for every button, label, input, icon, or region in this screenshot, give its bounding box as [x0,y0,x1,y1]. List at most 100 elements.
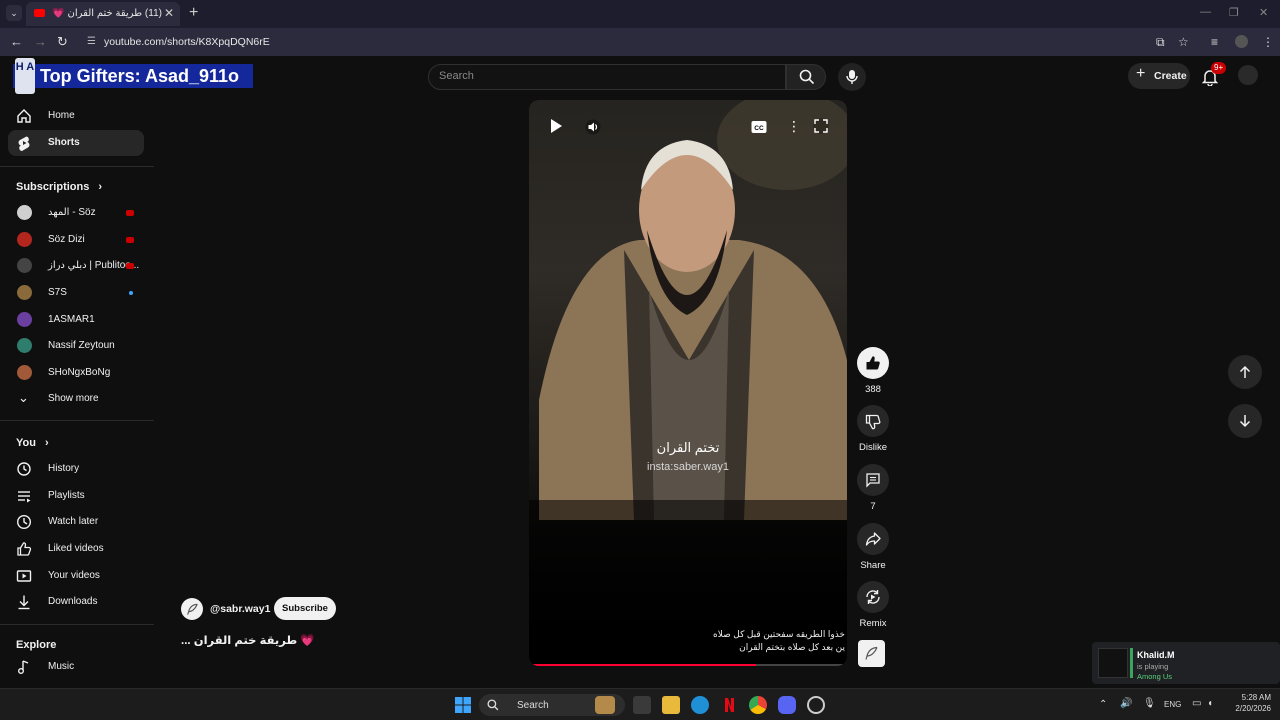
search-box[interactable] [428,64,786,90]
share-button-circle[interactable] [857,523,889,555]
search-button[interactable] [786,64,826,90]
like-button-circle[interactable] [857,347,889,379]
sidebar-item-subscription[interactable]: دبلي دراز | Publitoo... [8,253,144,279]
sidebar-item-home[interactable]: Home [8,103,144,129]
comments-button[interactable]: 7 [856,464,890,512]
clock-time[interactable]: 5:28 AM [1235,693,1271,702]
volume-icon[interactable] [585,119,601,138]
store-icon[interactable] [633,696,651,714]
tab-search-button[interactable]: ⌄ [6,5,22,21]
sidebar-item-shorts[interactable]: Shorts [8,130,144,156]
video-frame [529,100,847,666]
tab-close-icon[interactable]: ✕ [164,6,174,20]
chrome-icon[interactable] [749,696,767,714]
media-controls-icon[interactable]: ≡ [1211,35,1218,49]
install-app-icon[interactable]: ⧉ [1156,35,1165,50]
language-indicator[interactable]: ENG [1164,700,1181,709]
sidebar-item-label: SHoNgxBoNg [48,367,111,378]
edge-icon[interactable] [691,696,709,714]
sidebar-item-label: Liked videos [48,543,104,554]
live-indicator-icon [126,210,134,216]
sidebar-item-history[interactable]: History [8,456,144,482]
sidebar-item-subscription[interactable]: S7S [8,280,144,306]
captions-icon[interactable]: CC [751,120,767,137]
sidebar-item-music[interactable]: Music [8,654,144,680]
windows-start-icon[interactable] [454,696,472,714]
address-bar-row: ← → ↻ ☰ youtube.com/shorts/K8XpqDQN6rE ⧉… [0,28,1280,56]
previous-short-button[interactable] [1228,355,1262,389]
browser-menu-icon[interactable]: ⋮ [1262,35,1274,49]
minimize-icon[interactable]: — [1200,6,1211,18]
sidebar-item-liked-videos[interactable]: Liked videos [8,536,144,562]
sidebar-item-your-videos[interactable]: Your videos [8,563,144,589]
you-title: You [16,437,36,449]
restore-icon[interactable]: ❐ [1229,6,1239,19]
file-explorer-icon[interactable] [662,696,680,714]
create-button[interactable]: + Create [1128,63,1190,89]
reload-icon[interactable]: ↻ [57,34,68,50]
play-icon[interactable] [549,118,563,137]
fullscreen-icon[interactable] [813,118,829,137]
netflix-icon[interactable] [720,696,738,714]
site-info-icon[interactable]: ☰ [87,36,96,47]
mic-tray-icon[interactable]: 🎙 [1143,698,1156,709]
sidebar-item-subscription[interactable]: المهد - Söz [8,200,144,226]
share-button[interactable]: Share [856,523,890,571]
downloads-icon [18,595,30,610]
sidebar-item-label: Music [48,661,75,672]
sidebar-item-subscription[interactable]: 1ASMAR1 [8,307,144,333]
dislike-button[interactable]: Dislike [856,405,890,453]
discord-icon[interactable] [778,696,796,714]
bookmark-star-icon[interactable]: ☆ [1178,35,1189,49]
sidebar-divider [0,166,154,167]
sidebar-item-watch-later[interactable]: Watch later [8,509,144,535]
sidebar-item-downloads[interactable]: Downloads [8,589,144,615]
remix-button-circle[interactable] [857,581,889,613]
back-icon[interactable]: ← [10,34,23,49]
network-tray-icon[interactable]: ▭ [1192,698,1201,709]
close-window-icon[interactable]: ✕ [1259,6,1268,19]
taskbar-search[interactable]: Search [479,694,625,716]
speaker-tray-icon[interactable]: 🔊 [1120,698,1132,709]
channel-handle[interactable]: @sabr.way1 [210,603,270,615]
sound-thumbnail[interactable] [858,640,885,667]
volume-tray-icon[interactable]: ◖ [1207,698,1213,709]
comments-button-circle[interactable] [857,464,889,496]
dislike-button-circle[interactable] [857,405,889,437]
browser-tab[interactable]: (11) طريقة ختم القران 💗 #حالات... ✕ [26,2,180,26]
new-tab-button[interactable]: + [189,4,198,22]
profile-icon[interactable] [1235,35,1248,48]
sidebar-item-subscription[interactable]: SHoNgxBoNg [8,360,144,386]
app-icon[interactable] [807,696,825,714]
url-text[interactable]: youtube.com/shorts/K8XpqDQN6rE [104,36,270,48]
show-more-button[interactable]: ⌄ Show more [8,386,144,412]
remix-label: Remix [859,618,887,629]
tray-overflow-icon[interactable]: ⌃ [1099,699,1107,710]
voice-search-button[interactable] [838,63,866,91]
account-avatar[interactable] [1238,65,1258,85]
more-options-icon[interactable]: ⋮ [787,118,801,135]
short-title[interactable]: 💗 طريقة ختم القران ... [181,633,321,647]
liked-videos-icon [17,542,32,556]
video-caption-insta: insta:saber.way1 [647,461,729,473]
url-field[interactable]: ☰ youtube.com/shorts/K8XpqDQN6rE [80,31,1200,53]
remix-button[interactable]: Remix [856,581,890,629]
sidebar-item-subscription[interactable]: Nassif Zeytoun [8,333,144,359]
search-input[interactable] [439,70,769,82]
sidebar-item-label: Söz Dizi [48,234,85,245]
like-button[interactable]: 388 [856,347,890,395]
subscriptions-heading[interactable]: Subscriptions › [16,181,102,193]
sidebar-item-subscription[interactable]: Söz Dizi [8,227,144,253]
sidebar-item-playlists[interactable]: Playlists [8,483,144,509]
channel-avatar [17,232,32,247]
next-short-button[interactable] [1228,404,1262,438]
subscribe-button[interactable]: Subscribe [274,597,336,620]
activity-toast[interactable]: Khalid.M is playing Among Us [1092,642,1280,684]
short-video-player[interactable]: CC ⋮ تختم القران insta:saber.way1 خذوا ا… [529,100,847,666]
you-heading[interactable]: You › [16,437,49,449]
taskbar-search-label: Search [517,700,549,711]
channel-avatar[interactable] [181,598,203,620]
video-progress-bar[interactable] [533,664,843,666]
forward-icon[interactable]: → [34,34,47,49]
clock-date[interactable]: 2/20/2026 [1227,704,1271,713]
